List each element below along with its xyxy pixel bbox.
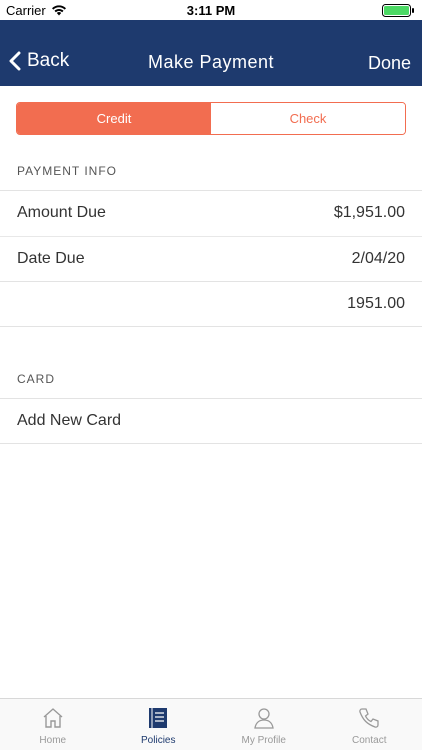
profile-icon [251,705,277,731]
amount-due-row: Amount Due $1,951.00 [0,190,422,236]
tab-policies-label: Policies [141,735,176,746]
payment-info-header: PAYMENT INFO [17,164,118,178]
tab-home[interactable]: Home [0,699,106,750]
tab-contact-label: Contact [352,735,387,746]
section-divider [0,326,422,327]
amount-due-value: $1,951.00 [333,204,405,221]
home-icon [40,705,66,731]
navigation-bar: Back Make Payment Done [0,20,422,86]
tab-policies[interactable]: Policies [106,699,212,750]
phone-icon [356,705,382,731]
policies-icon [145,705,171,731]
tab-bar: Home Policies My Profile Contact [0,698,422,750]
tab-my-profile-label: My Profile [241,735,286,746]
page-title: Make Payment [147,52,275,72]
date-due-value: 2/04/20 [351,250,405,267]
status-bar: Carrier 3:11 PM [0,0,422,20]
payment-amount-row[interactable]: 1951.00 [0,281,422,327]
tab-home-label: Home [39,735,67,746]
clock-label: 3:11 PM [186,3,236,18]
payment-amount-field[interactable]: 1951.00 [347,295,405,313]
card-divider [0,443,422,444]
card-header: CARD [17,372,56,386]
payment-method-segment: Credit Check [16,102,406,135]
date-due-label: Date Due [17,250,85,267]
add-new-card-label: Add New Card [17,412,122,429]
tab-contact[interactable]: Contact [317,699,422,750]
battery-icon [382,4,415,17]
done-button[interactable]: Done [368,53,411,74]
segment-check[interactable]: Check [211,103,405,134]
tab-my-profile[interactable]: My Profile [211,699,317,750]
segment-credit[interactable]: Credit [17,103,211,134]
date-due-row: Date Due 2/04/20 [0,236,422,282]
add-new-card-row[interactable]: Add New Card [0,398,422,444]
amount-due-label: Amount Due [17,204,106,221]
